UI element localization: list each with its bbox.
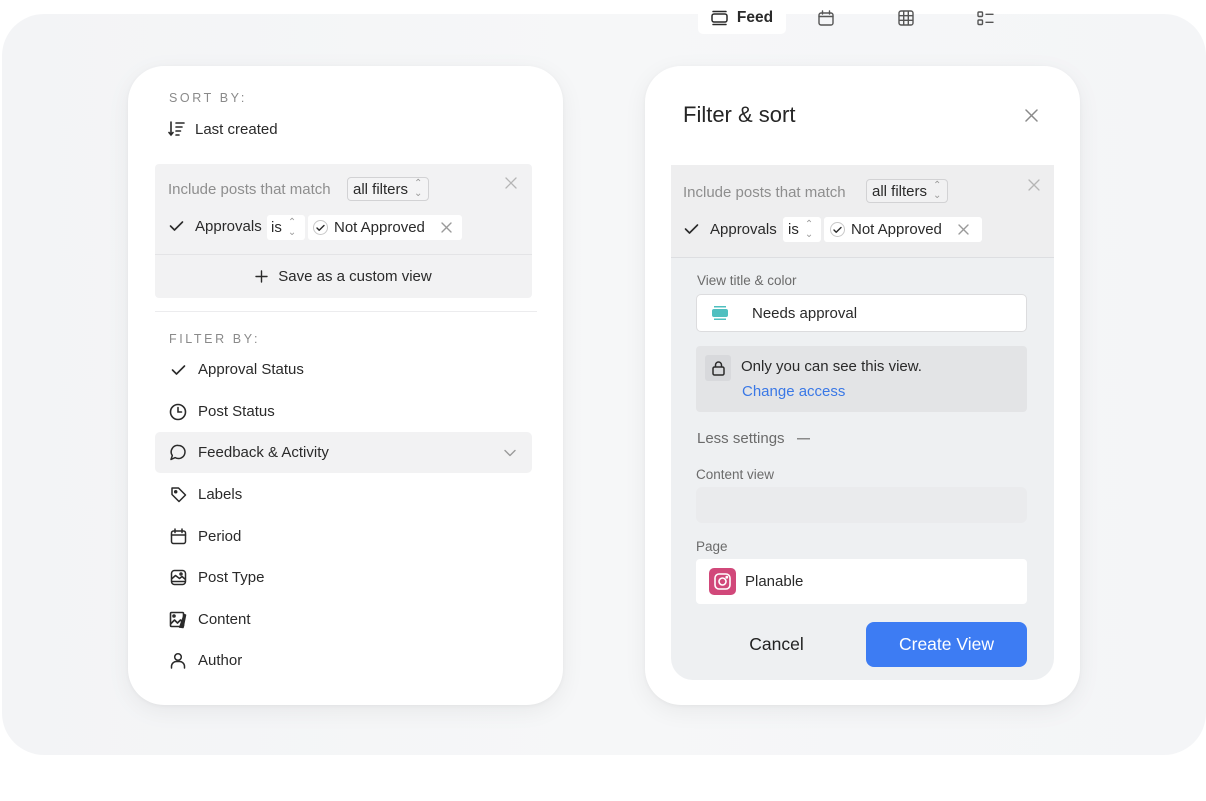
filter-item-author[interactable]: Author (155, 640, 532, 681)
filter-item-post-type[interactable]: Post Type (155, 557, 532, 598)
page-label: Page (696, 539, 728, 554)
user-icon (168, 652, 188, 669)
match-prefix: Include posts that match (683, 184, 846, 201)
filter-item-post-status[interactable]: Post Status (155, 391, 532, 432)
filter-by-label: FILTER BY: (169, 332, 261, 346)
match-mode-select[interactable]: all filters ⌃ ⌄ (866, 179, 949, 203)
filter-item-content[interactable]: Content (155, 599, 532, 640)
operator-select[interactable]: is ⌃ ⌄ (783, 217, 821, 242)
minus-icon (796, 437, 810, 440)
content-view-grid[interactable] (866, 2, 946, 34)
page-select[interactable]: Planable (696, 559, 1027, 604)
filter-item-label: Post Status (198, 403, 275, 420)
updown-chevron-icon: ⌃ ⌄ (933, 180, 942, 201)
check-icon (169, 220, 184, 232)
value-chip[interactable]: Not Approved (824, 217, 982, 242)
filter-item-label: Approval Status (198, 361, 304, 378)
filter-item-label: Post Type (198, 569, 265, 586)
grid-icon (898, 10, 914, 26)
condition-field: Approvals (195, 218, 262, 235)
less-settings-label: Less settings (697, 430, 785, 447)
feed-icon (711, 10, 728, 26)
filter-item-labels[interactable]: Labels (155, 474, 532, 515)
image-frame-icon (168, 569, 188, 586)
filter-item-label: Labels (198, 486, 243, 503)
operator-select[interactable]: is ⌃ ⌄ (267, 215, 305, 240)
content-view-list[interactable] (946, 2, 1024, 34)
content-view-calendar[interactable] (788, 2, 864, 34)
check-icon (168, 364, 188, 376)
updown-chevron-icon: ⌃ ⌄ (804, 218, 814, 240)
sort-descending-icon (168, 120, 186, 138)
tag-icon (168, 486, 188, 503)
create-view-button[interactable]: Create View (866, 622, 1027, 667)
filter-item-label: Period (198, 528, 242, 545)
condition-field: Approvals (710, 221, 777, 238)
save-custom-view-label: Save as a custom view (278, 268, 432, 285)
filter-item-approval-status[interactable]: Approval Status (155, 349, 532, 390)
sort-by-label: SORT BY: (169, 91, 248, 105)
filter-item-feedback-activity[interactable]: Feedback & Activity (155, 432, 532, 473)
remove-condition-icon[interactable] (441, 222, 452, 233)
close-icon[interactable] (1025, 109, 1038, 122)
change-access-link[interactable]: Change access (742, 383, 845, 400)
condition-value: Not Approved (334, 219, 425, 236)
approval-check-icon (313, 220, 328, 235)
calendar-icon (818, 10, 834, 26)
updown-chevron-icon: ⌃ ⌄ (287, 216, 297, 238)
access-info-box (696, 346, 1027, 412)
match-prefix: Include posts that match (168, 181, 331, 198)
instagram-icon (709, 568, 736, 595)
match-mode-value: all filters (353, 180, 409, 198)
active-filter-box (671, 165, 1054, 257)
filter-item-label: Feedback & Activity (198, 444, 329, 461)
sort-option[interactable]: Last created (168, 120, 278, 138)
content-view-feed[interactable]: Feed (698, 2, 786, 34)
lock-icon (705, 355, 731, 381)
comment-icon (168, 444, 188, 461)
page-value: Planable (745, 573, 804, 590)
content-view-selector (696, 487, 1027, 523)
calendar-icon (168, 528, 188, 545)
match-mode-value: all filters (872, 182, 928, 200)
view-title-label: View title & color (697, 273, 797, 288)
remove-condition-icon[interactable] (958, 224, 969, 235)
view-title-input[interactable]: Needs approval (696, 294, 1027, 332)
filter-item-label: Content (198, 611, 251, 628)
operator-value: is (788, 221, 799, 238)
sort-value: Last created (195, 120, 278, 138)
condition-value: Not Approved (851, 221, 942, 238)
filter-item-period[interactable]: Period (155, 516, 532, 557)
modal-title: Filter & sort (683, 102, 796, 127)
view-color-swatch-icon[interactable] (712, 305, 728, 321)
chevron-down-icon[interactable] (504, 449, 516, 457)
filter-box-divider (671, 257, 1054, 258)
view-title-value: Needs approval (752, 304, 858, 322)
value-chip[interactable]: Not Approved (308, 215, 462, 240)
remove-filter-group-icon[interactable] (505, 177, 517, 189)
cancel-button[interactable]: Cancel (716, 622, 837, 667)
section-divider (155, 311, 537, 312)
operator-value: is (271, 219, 282, 236)
content-view-label: Content view (696, 467, 775, 482)
clock-icon (168, 403, 188, 421)
remove-filter-group-icon[interactable] (1028, 179, 1040, 191)
plus-icon (255, 270, 268, 283)
feed-label: Feed (736, 9, 774, 26)
less-settings-toggle[interactable]: Less settings (697, 430, 810, 447)
match-mode-select[interactable]: all filters ⌃ ⌄ (347, 177, 430, 201)
filter-item-label: Author (198, 652, 243, 669)
check-icon (684, 223, 699, 235)
access-text: Only you can see this view. (741, 358, 922, 375)
list-icon (976, 10, 994, 26)
approval-check-icon (830, 222, 845, 237)
content-image-icon (168, 611, 188, 629)
updown-chevron-icon: ⌃ ⌄ (414, 178, 423, 199)
save-custom-view-button[interactable]: Save as a custom view (155, 255, 532, 298)
